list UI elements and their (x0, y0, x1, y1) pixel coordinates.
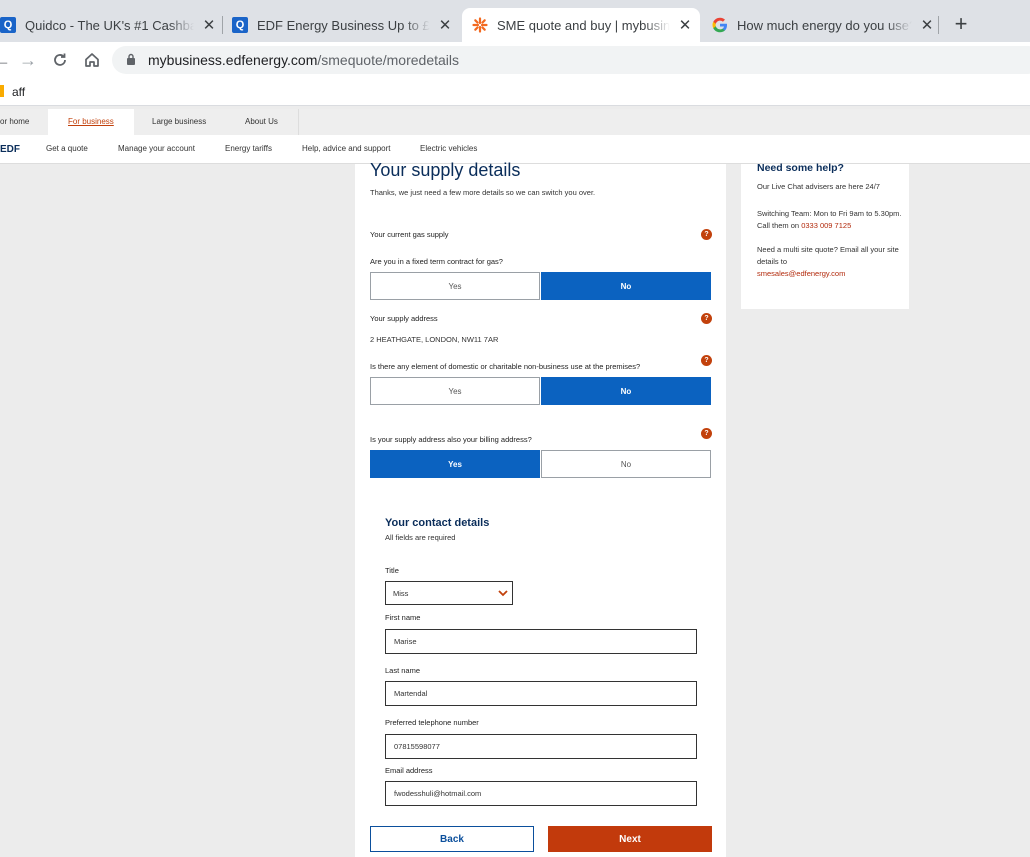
nav-electric-vehicles[interactable]: Electric vehicles (420, 144, 477, 153)
site-top-nav: or home For business Large business Abou… (0, 109, 1030, 135)
title-select-value: Miss (393, 589, 409, 598)
browser-tab-active[interactable]: SME quote and buy | mybusiness.edfenergy… (462, 8, 700, 42)
chevron-down-icon (498, 590, 508, 597)
new-tab-button[interactable]: + (950, 13, 972, 36)
bookmark-item[interactable]: aff (12, 85, 25, 99)
last-name-field[interactable]: Martendal (385, 681, 697, 706)
contact-details-subtitle: All fields are required (385, 533, 456, 542)
billing-address-no-button[interactable]: No (541, 450, 711, 478)
fixed-contract-no-button[interactable]: No (541, 272, 711, 300)
email-field[interactable]: fwodesshuli@hotmail.com (385, 781, 697, 806)
nav-help-advice[interactable]: Help, advice and support (302, 144, 391, 153)
quidco-icon: Q (232, 17, 248, 33)
url-host: mybusiness.edfenergy.com (148, 52, 318, 68)
topnav-for-business[interactable]: For business (48, 109, 134, 135)
topnav-large-business[interactable]: Large business (132, 109, 226, 135)
tab-title: Quidco - The UK's #1 Cashback Site (25, 17, 194, 33)
nav-get-a-quote[interactable]: Get a quote (46, 144, 88, 153)
nav-energy-tariffs[interactable]: Energy tariffs (225, 144, 272, 153)
domestic-use-yes-button[interactable]: Yes (370, 377, 540, 405)
close-icon[interactable]: ✕ (676, 16, 694, 34)
domestic-use-no-button[interactable]: No (541, 377, 711, 405)
contact-details-title: Your contact details (385, 517, 490, 529)
quidco-icon: Q (0, 17, 16, 33)
close-icon[interactable]: ✕ (436, 16, 454, 34)
live-chat-text: Our Live Chat advisers are here 24/7 (757, 182, 880, 191)
multi-site-text: Need a multi site quote? Email all your … (757, 244, 902, 280)
tab-divider (938, 16, 939, 34)
edf-logo[interactable]: EDF (0, 144, 20, 155)
supply-address-label: Your supply address (370, 314, 438, 323)
close-icon[interactable]: ✕ (918, 16, 936, 34)
help-icon[interactable]: ? (701, 355, 712, 366)
first-name-field[interactable]: Marise (385, 629, 697, 654)
browser-tab[interactable]: How much energy do you use? google searc… (712, 8, 936, 42)
fixed-contract-question: Are you in a fixed term contract for gas… (370, 257, 503, 266)
phone-label: Preferred telephone number (385, 718, 479, 727)
domestic-use-question: Is there any element of domestic or char… (370, 362, 641, 371)
help-icon[interactable]: ? (701, 428, 712, 439)
switching-team-text: Switching Team: Mon to Fri 9am to 5.30pm… (757, 208, 902, 232)
fixed-contract-yes-button[interactable]: Yes (370, 272, 540, 300)
tab-divider (222, 16, 223, 34)
gas-supply-label: Your current gas supply (370, 230, 449, 239)
browser-toolbar: ← → mybusiness.edfenergy.com/smequote/mo… (0, 42, 1030, 78)
tab-title: EDF Energy Business Up to £150 Cashback (257, 17, 430, 33)
help-icon[interactable]: ? (701, 313, 712, 324)
phone-field[interactable]: 07815598077 (385, 734, 697, 759)
bookmarks-bar: aff (0, 78, 1030, 106)
tab-title: SME quote and buy | mybusiness.edfenergy… (497, 17, 670, 33)
page-subtitle: Thanks, we just need a few more details … (370, 188, 596, 197)
email-label: Email address (385, 766, 433, 775)
topnav-home[interactable]: or home (0, 109, 49, 135)
multi-site-prompt: Need a multi site quote? Email all your … (757, 245, 899, 266)
back-arrow-icon[interactable]: ← (0, 50, 12, 70)
back-button[interactable]: Back (370, 826, 534, 852)
url-text[interactable]: mybusiness.edfenergy.com/smequote/morede… (148, 52, 459, 68)
edf-icon (472, 17, 488, 33)
billing-address-yes-button[interactable]: Yes (370, 450, 540, 478)
close-icon[interactable]: ✕ (200, 16, 218, 34)
lock-icon[interactable] (126, 53, 136, 65)
bookmark-icon (0, 85, 4, 97)
forward-arrow-icon[interactable]: → (18, 50, 38, 70)
supply-address-value: 2 HEATHGATE, LONDON, NW11 7AR (370, 335, 499, 344)
page-title: Your supply details (370, 160, 521, 180)
help-title: Need some help? (757, 162, 844, 174)
sales-email-link[interactable]: smesales@edfenergy.com (757, 269, 845, 278)
last-name-label: Last name (385, 666, 421, 675)
tab-title: How much energy do you use? google searc… (737, 17, 912, 33)
url-path: /smequote/moredetails (317, 52, 460, 68)
nav-manage-account[interactable]: Manage your account (118, 144, 195, 153)
title-label: Title (385, 566, 399, 575)
browser-tab[interactable]: Q Quidco - The UK's #1 Cashback Site ✕ (0, 8, 218, 42)
browser-tab-strip: Q Quidco - The UK's #1 Cashback Site ✕ Q… (0, 0, 1030, 48)
browser-tab[interactable]: Q EDF Energy Business Up to £150 Cashbac… (232, 8, 454, 42)
reload-icon[interactable] (50, 50, 70, 70)
help-icon[interactable]: ? (701, 229, 712, 240)
billing-address-question: Is your supply address also your billing… (370, 435, 532, 444)
switching-team-phone-link[interactable]: 0333 009 7125 (801, 221, 851, 230)
google-icon (712, 17, 727, 33)
next-button[interactable]: Next (548, 826, 712, 852)
topnav-about-us[interactable]: About Us (225, 109, 299, 135)
home-icon[interactable] (82, 50, 102, 70)
first-name-label: First name (385, 613, 421, 622)
